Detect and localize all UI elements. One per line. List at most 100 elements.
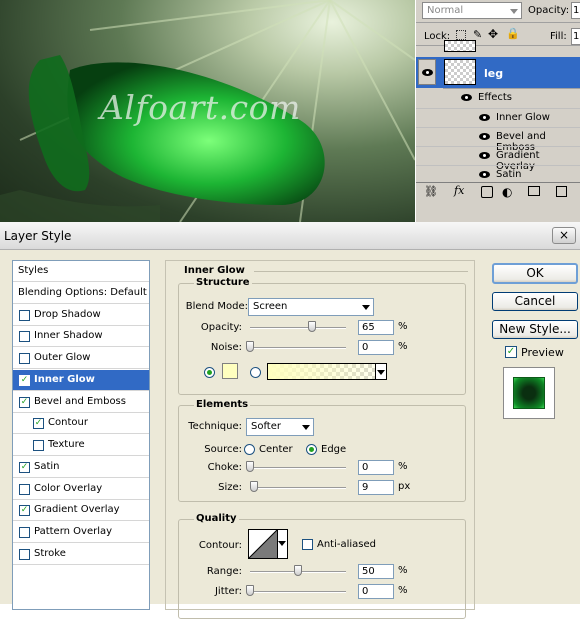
solid-color-radio[interactable] bbox=[204, 367, 215, 378]
noise-slider[interactable] bbox=[250, 347, 346, 349]
lock-all-icon[interactable]: 🔒 bbox=[506, 27, 520, 40]
style-item-label: Inner Glow bbox=[34, 373, 95, 385]
layer-thumbnail[interactable] bbox=[444, 59, 476, 85]
fx-icon[interactable]: fx bbox=[454, 184, 464, 197]
style-checkbox[interactable]: ✓ bbox=[19, 461, 30, 473]
eye-icon[interactable] bbox=[461, 94, 472, 101]
style-item-texture[interactable]: Texture bbox=[13, 435, 149, 456]
style-item-pattern-overlay[interactable]: Pattern Overlay bbox=[13, 522, 149, 543]
opacity-input[interactable]: 65 bbox=[358, 320, 394, 335]
gradient-dropdown-button[interactable] bbox=[375, 364, 386, 379]
document-canvas[interactable]: Alfoart.com bbox=[0, 0, 415, 222]
visibility-toggle[interactable] bbox=[418, 59, 436, 85]
effect-row[interactable]: Bevel and Emboss bbox=[416, 127, 580, 153]
cancel-button[interactable]: Cancel bbox=[492, 292, 578, 311]
style-item-drop-shadow[interactable]: Drop Shadow bbox=[13, 305, 149, 326]
gradient-radio[interactable] bbox=[250, 367, 261, 378]
preview-swatch bbox=[513, 377, 545, 409]
style-checkbox[interactable] bbox=[19, 527, 30, 538]
size-slider[interactable] bbox=[250, 487, 346, 489]
effect-row[interactable]: Inner Glow bbox=[416, 108, 580, 127]
style-checkbox[interactable] bbox=[33, 440, 44, 451]
style-item-contour[interactable]: ✓ Contour bbox=[13, 413, 149, 435]
noise-input[interactable]: 0 bbox=[358, 340, 394, 355]
style-item-color-overlay[interactable]: Color Overlay bbox=[13, 479, 149, 500]
jitter-slider-thumb[interactable] bbox=[246, 585, 254, 596]
close-button[interactable]: × bbox=[552, 227, 576, 244]
contour-label: Contour: bbox=[198, 540, 242, 551]
layer-row-leg[interactable]: leg bbox=[416, 57, 580, 88]
style-item-gradient-overlay[interactable]: ✓ Gradient Overlay bbox=[13, 500, 149, 522]
gradient-picker[interactable] bbox=[267, 363, 387, 380]
style-checkbox[interactable] bbox=[19, 309, 30, 321]
range-label: Range: bbox=[206, 566, 242, 577]
glow-color-swatch[interactable] bbox=[222, 363, 238, 379]
contour-picker[interactable] bbox=[248, 529, 288, 559]
link-icon[interactable]: ⛓ bbox=[424, 185, 438, 198]
style-item-label: Texture bbox=[48, 439, 85, 450]
opacity-slider[interactable] bbox=[250, 327, 346, 329]
source-center-radio[interactable] bbox=[244, 444, 255, 455]
technique-value: Softer bbox=[251, 421, 281, 432]
layer-thumbnail[interactable] bbox=[444, 40, 476, 52]
style-item-inner-glow[interactable]: ✓ Inner Glow bbox=[13, 369, 149, 391]
style-checkbox[interactable] bbox=[19, 483, 30, 495]
jitter-value: 0 bbox=[362, 586, 369, 597]
size-slider-thumb[interactable] bbox=[249, 481, 258, 492]
fill-input[interactable]: 1 bbox=[571, 28, 580, 45]
style-item-bevel-and-emboss[interactable]: ✓ Bevel and Emboss bbox=[13, 392, 149, 413]
source-edge-radio[interactable] bbox=[306, 444, 317, 455]
style-checkbox[interactable] bbox=[19, 548, 30, 560]
style-checkbox[interactable]: ✓ bbox=[19, 505, 30, 517]
lock-transparency-icon[interactable] bbox=[456, 30, 466, 40]
layer-name[interactable]: leg bbox=[484, 67, 503, 80]
opacity-slider-thumb[interactable] bbox=[308, 321, 317, 332]
chevron-down-icon bbox=[377, 370, 385, 375]
px-unit: px bbox=[398, 481, 411, 492]
style-checkbox[interactable] bbox=[19, 353, 30, 364]
eye-icon[interactable] bbox=[479, 171, 490, 178]
contour-dropdown-button[interactable] bbox=[277, 530, 287, 558]
jitter-input[interactable]: 0 bbox=[358, 584, 394, 599]
style-item-stroke[interactable]: Stroke bbox=[13, 544, 149, 565]
style-item-styles[interactable]: Styles bbox=[13, 261, 149, 282]
eye-icon[interactable] bbox=[479, 133, 490, 140]
noise-slider-thumb[interactable] bbox=[246, 341, 254, 352]
style-checkbox[interactable]: ✓ bbox=[33, 418, 44, 430]
blend-mode-dropdown[interactable]: Screen bbox=[248, 298, 374, 316]
style-item-outer-glow[interactable]: Outer Glow bbox=[13, 348, 149, 369]
choke-slider-thumb[interactable] bbox=[246, 461, 254, 472]
effects-row[interactable]: Effects bbox=[416, 89, 580, 108]
blend-mode-select[interactable]: Normal bbox=[422, 2, 522, 19]
style-checkbox[interactable]: ✓ bbox=[19, 396, 30, 408]
preview-checkbox[interactable]: ✓ bbox=[505, 346, 517, 358]
eye-icon[interactable] bbox=[479, 114, 490, 121]
new-style-button[interactable]: New Style... bbox=[492, 320, 578, 339]
style-item-label: Inner Shadow bbox=[34, 330, 103, 342]
style-checkbox[interactable] bbox=[19, 331, 30, 343]
range-slider-thumb[interactable] bbox=[294, 565, 302, 576]
folder-icon[interactable] bbox=[528, 186, 540, 196]
style-preview bbox=[503, 367, 555, 419]
dialog-titlebar[interactable]: Layer Style × bbox=[0, 222, 580, 250]
new-layer-icon[interactable] bbox=[556, 186, 567, 197]
eye-icon[interactable] bbox=[479, 152, 490, 159]
jitter-slider[interactable] bbox=[250, 591, 346, 593]
style-item-inner-shadow[interactable]: Inner Shadow bbox=[13, 326, 149, 348]
ok-button[interactable]: OK bbox=[492, 263, 578, 284]
layer-opacity-input[interactable]: 1 bbox=[571, 2, 580, 19]
mask-icon[interactable] bbox=[481, 186, 493, 198]
anti-aliased-checkbox[interactable] bbox=[302, 539, 313, 550]
lock-move-icon[interactable]: ✥ bbox=[488, 27, 498, 41]
choke-input[interactable]: 0 bbox=[358, 460, 394, 475]
style-item-satin[interactable]: ✓ Satin bbox=[13, 457, 149, 478]
range-input[interactable]: 50 bbox=[358, 564, 394, 579]
adjustment-icon[interactable]: ◐ bbox=[502, 185, 512, 199]
choke-slider[interactable] bbox=[250, 467, 346, 469]
size-input[interactable]: 9 bbox=[358, 480, 394, 495]
effect-row[interactable]: Gradient Overlay bbox=[416, 146, 580, 172]
technique-dropdown[interactable]: Softer bbox=[246, 418, 314, 436]
style-checkbox[interactable]: ✓ bbox=[19, 374, 30, 386]
style-item-blending-options-default[interactable]: Blending Options: Default bbox=[13, 283, 149, 304]
layer-opacity-value: 1 bbox=[573, 5, 580, 16]
